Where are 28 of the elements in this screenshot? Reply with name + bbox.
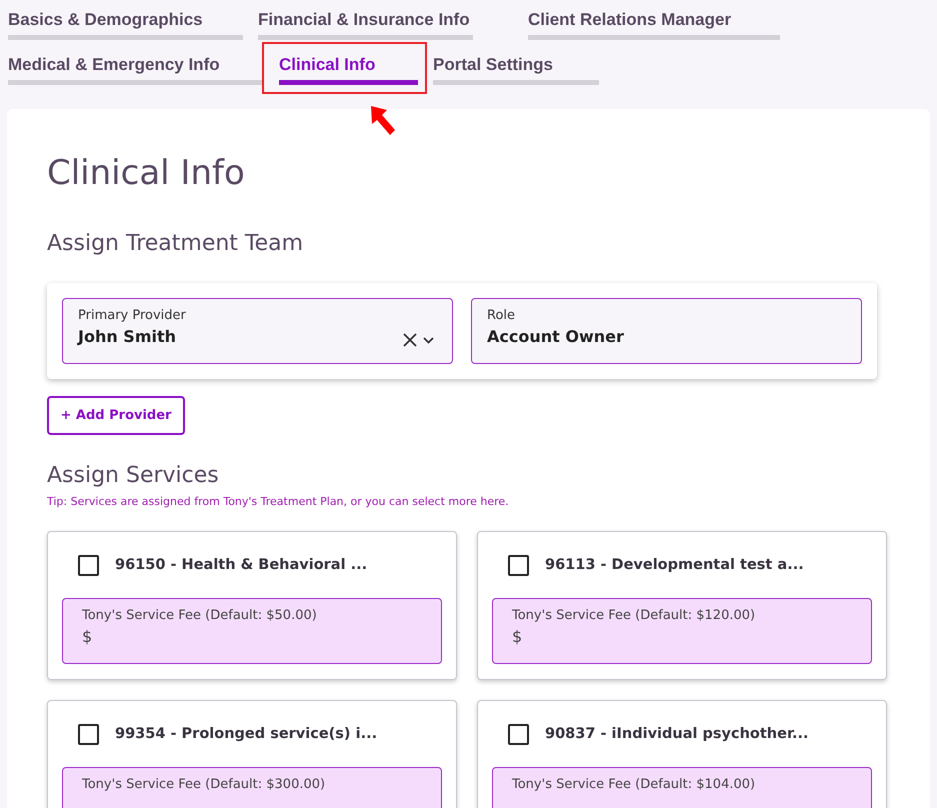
checkbox[interactable] — [78, 554, 99, 576]
chevron-down-icon[interactable] — [423, 336, 434, 344]
add-provider-button[interactable]: + Add Provider — [47, 396, 185, 435]
tab[interactable]: Basics & Demographics — [8, 9, 243, 40]
arrow-icon — [369, 104, 397, 138]
service-title: 96113 - Developmental test a... — [545, 557, 804, 573]
fee-field[interactable]: Tony's Service Fee (Default: $50.00) $ — [62, 598, 442, 664]
fee-field[interactable]: Tony's Service Fee (Default: $104.00) — [492, 767, 872, 808]
checkbox[interactable] — [508, 554, 529, 576]
service-title: 90837 - iIndividual psychother... — [545, 726, 809, 742]
service-title: 99354 - Prolonged service(s) i... — [115, 726, 378, 742]
section-heading: Assign Services — [47, 462, 220, 490]
tab[interactable]: Portal Settings — [433, 54, 599, 85]
tab[interactable]: Client Relations Manager — [528, 9, 780, 40]
checkbox[interactable] — [508, 724, 529, 744]
tip-text: Tip: Services are assigned from Tony's Treatment Plan, or you can select more here. — [47, 495, 510, 508]
provider-select[interactable]: Primary Provider John Smith — [62, 298, 453, 364]
tab[interactable]: Clinical Info — [279, 54, 418, 85]
clear-icon[interactable] — [403, 333, 417, 347]
tab[interactable]: Medical & Emergency Info — [8, 54, 262, 85]
role-field[interactable]: Role Account Owner — [471, 298, 862, 364]
section-heading: Assign Treatment Team — [47, 230, 304, 258]
service-title: 96150 - Health & Behavioral ... — [115, 557, 368, 573]
tab[interactable]: Financial & Insurance Info — [258, 9, 473, 40]
fee-field[interactable]: Tony's Service Fee (Default: $120.00) $ — [492, 598, 872, 664]
page-title: Clinical Info — [47, 152, 246, 195]
fee-field[interactable]: Tony's Service Fee (Default: $300.00) — [62, 767, 442, 808]
checkbox[interactable] — [78, 724, 99, 744]
